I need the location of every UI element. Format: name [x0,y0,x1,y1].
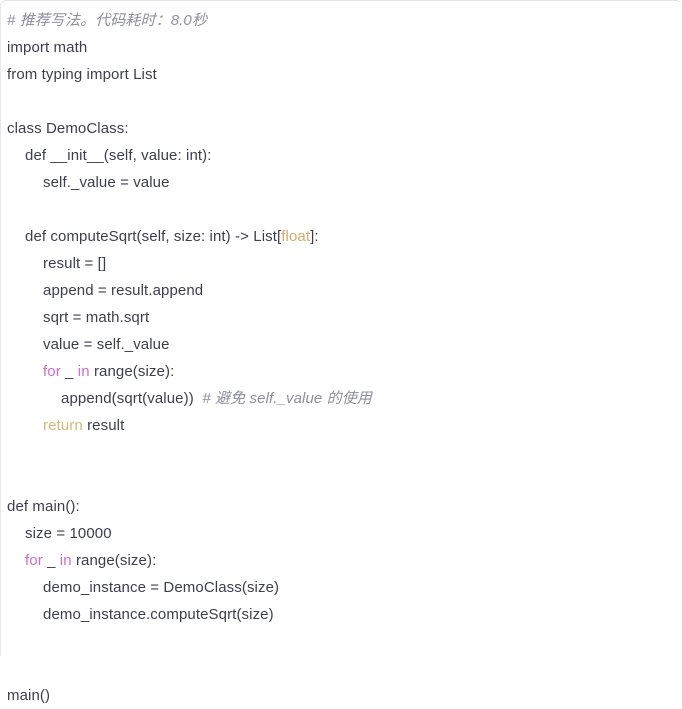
code-line: demo_instance.computeSqrt(size) [1,601,682,628]
code-line: import math [1,34,682,61]
code-line: append = result.append [1,277,682,304]
code-line: return result [1,412,682,439]
code-line-list: # 推荐写法。代码耗时：8.0秒 import math from typing i… [1,7,682,709]
code-token-keyword: in [59,552,72,569]
code-token-type: float [281,228,311,245]
code-token-plain: from typing import List [7,66,157,83]
code-line: self._value = value [1,169,682,196]
code-line: size = 10000 [1,520,682,547]
code-token-plain: result [82,417,125,434]
code-token-plain: range(size): [89,363,175,380]
code-token-plain: class DemoClass: [7,120,129,137]
code-token-plain: def main(): [7,498,80,515]
code-line: from typing import List [1,61,682,88]
code-line: value = self._value [1,331,682,358]
code-line: class DemoClass: [1,115,682,142]
code-token-comment: # 避免 self._value 的使用 [202,390,372,407]
code-token-plain: import math [7,39,88,56]
code-token-plain: def computeSqrt(self, size: int) -> List… [25,228,282,245]
code-line: sqrt = math.sqrt [1,304,682,331]
code-token-keyword: for [25,552,43,569]
code-token-plain: demo_instance.computeSqrt(size) [43,606,274,623]
code-token-plain: ]: [310,228,319,245]
code-line: def computeSqrt(self, size: int) -> List… [1,223,682,250]
code-token-keyword: for [43,363,61,380]
code-line: # 推荐写法。代码耗时：8.0秒 [1,7,682,34]
code-token-plain: append = result.append [43,282,204,299]
code-line: append(sqrt(value)) # 避免 self._value 的使用 [1,385,682,412]
code-token-plain: sqrt = math.sqrt [43,309,150,326]
code-token-plain: demo_instance = DemoClass(size) [43,579,280,596]
code-block[interactable]: # 推荐写法。代码耗时：8.0秒 import math from typing i… [0,0,682,704]
code-token-keyword: in [77,363,90,380]
code-line: result = [] [1,250,682,277]
code-token-plain: result = [] [43,255,107,272]
code-line: def main(): [1,493,682,520]
code-line: demo_instance = DemoClass(size) [1,574,682,601]
code-line: def __init__(self, value: int): [1,142,682,169]
code-line: for _ in range(size): [1,358,682,385]
code-line: main() [1,682,682,709]
code-token-plain: self._value = value [43,174,170,191]
code-token-plain: append(sqrt(value)) [61,390,203,407]
code-token-plain: _ [60,363,78,380]
code-line: for _ in range(size): [1,547,682,574]
code-token-plain: _ [42,552,60,569]
code-token-return: return [43,417,83,434]
code-token-plain: main() [7,687,51,704]
code-token-plain: def __init__(self, value: int): [25,147,212,164]
code-token-plain: value = self._value [43,336,170,353]
code-token-plain: size = 10000 [25,525,112,542]
code-token-comment: # 推荐写法。代码耗时：8.0秒 [7,12,207,29]
code-token-plain: range(size): [71,552,157,569]
